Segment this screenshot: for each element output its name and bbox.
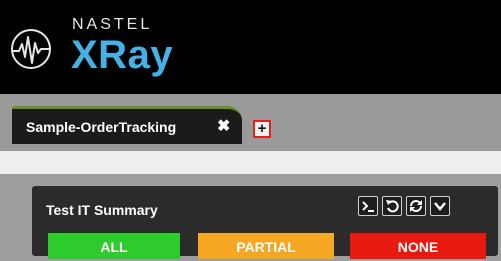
- dashboard-area: Test IT Summary ALL PARTIAL NONE: [0, 174, 501, 259]
- tab-sample-ordertracking[interactable]: Sample-OrderTracking ✖: [12, 106, 242, 144]
- refresh-button[interactable]: [406, 196, 426, 216]
- dashboard-toolbar-strip: [0, 151, 501, 174]
- heartbeat-logo-icon: [11, 29, 51, 69]
- filter-none-button[interactable]: NONE: [350, 233, 486, 259]
- undo-button[interactable]: [382, 196, 402, 216]
- tab-label: Sample-OrderTracking: [26, 119, 177, 135]
- filter-partial-button[interactable]: PARTIAL: [198, 233, 334, 259]
- refresh-icon: [410, 200, 422, 212]
- collapse-button[interactable]: [430, 196, 450, 216]
- app-header: NASTEL XRay: [0, 0, 501, 94]
- brand-name: NASTEL: [72, 16, 153, 33]
- terminal-button[interactable]: [358, 196, 378, 216]
- add-tab-button[interactable]: +: [253, 120, 271, 138]
- chevron-down-icon: [434, 202, 446, 211]
- summary-widget: Test IT Summary ALL PARTIAL NONE: [32, 186, 498, 259]
- undo-icon: [386, 200, 399, 213]
- filter-all-button[interactable]: ALL: [48, 233, 180, 259]
- widget-title: Test IT Summary: [46, 202, 158, 218]
- close-tab-icon[interactable]: ✖: [217, 116, 230, 136]
- tab-strip: Sample-OrderTracking ✖ +: [0, 94, 501, 151]
- product-name: XRay: [71, 33, 174, 77]
- terminal-icon: [362, 201, 374, 212]
